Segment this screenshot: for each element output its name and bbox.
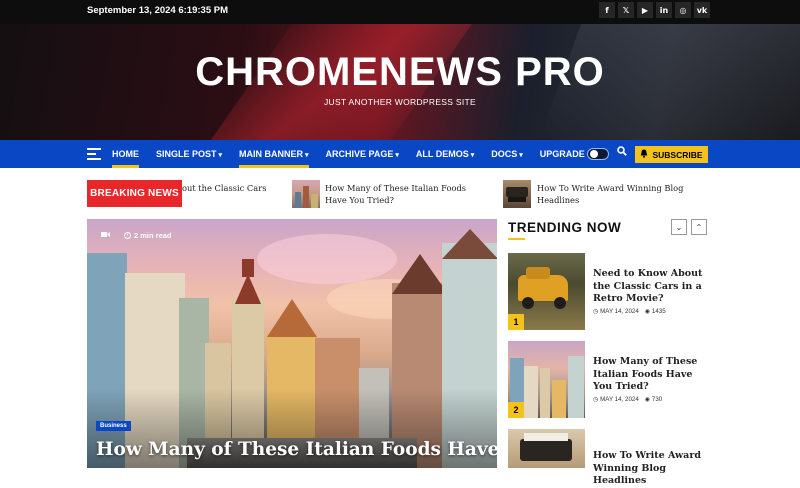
ticker-item[interactable]: How To Write Award Winning Blog Headline… <box>537 182 697 206</box>
hamburger-menu-icon[interactable] <box>87 148 101 160</box>
trending-thumbnail[interactable]: 1 <box>508 253 585 330</box>
instagram-icon[interactable]: ◎ <box>675 2 691 18</box>
trending-thumbnail[interactable]: 2 <box>508 341 585 418</box>
dark-mode-toggle[interactable] <box>587 148 609 160</box>
video-camera-icon <box>101 231 110 240</box>
trending-title[interactable]: Need to Know About the Classic Cars in a… <box>593 268 708 306</box>
trending-title[interactable]: How To Write Award Winning Blog Headline… <box>593 450 708 488</box>
site-tagline: JUST ANOTHER WORDPRESS SITE <box>324 97 476 107</box>
trending-meta: ◷ MAY 14, 2024 ◉ 730 <box>593 396 662 403</box>
clock-icon: 2 min read <box>124 231 172 240</box>
chevron-down-icon: ▾ <box>218 152 223 159</box>
nav-item-all-demos[interactable]: ALL DEMOS ▾ <box>416 140 474 168</box>
nav-item-upgrade[interactable]: UPGRADE <box>540 140 585 168</box>
facebook-icon[interactable]: f <box>599 2 615 18</box>
trending-rank: 2 <box>508 402 524 418</box>
ticker-item[interactable]: How Many of These Italian Foods Have You… <box>325 182 485 206</box>
vk-icon[interactable]: vk <box>694 2 710 18</box>
ticker-item[interactable]: out the Classic Cars <box>182 182 266 194</box>
x-icon[interactable]: 𝕏 <box>618 2 634 18</box>
trending-heading: TRENDING NOW <box>508 220 622 235</box>
clock-icon: ◷ MAY 14, 2024 <box>593 308 639 315</box>
clock-icon: ◷ MAY 14, 2024 <box>593 396 639 403</box>
chevron-down-icon[interactable]: ⌄ <box>671 219 687 235</box>
nav-item-docs[interactable]: DOCS ▾ <box>491 140 523 168</box>
breaking-news-label: BREAKING NEWS <box>87 180 182 207</box>
featured-post-title[interactable]: How Many of These Italian Foods Have You… <box>96 437 497 463</box>
nav-item-main-banner[interactable]: MAIN BANNER ▾ <box>239 140 309 168</box>
featured-post[interactable]: 2 min read Business How Many of These It… <box>87 219 497 468</box>
category-badge[interactable]: Business <box>96 421 131 431</box>
heading-underline <box>508 238 525 240</box>
chevron-down-icon: ▾ <box>395 152 399 159</box>
trending-thumbnail[interactable] <box>508 429 585 468</box>
nav-item-home[interactable]: HOME <box>112 140 139 168</box>
nav-item-archive-page[interactable]: ARCHIVE PAGE ▾ <box>326 140 399 168</box>
read-time: 2 min read <box>134 231 172 240</box>
top-bar: September 13, 2024 6:19:35 PM f 𝕏 ▶ in ◎… <box>0 0 800 24</box>
eye-icon: ◉ 730 <box>644 396 663 403</box>
site-title[interactable]: CHROMENEWS PRO <box>0 50 800 95</box>
chevron-down-icon: ▾ <box>470 152 475 159</box>
youtube-icon[interactable]: ▶ <box>637 2 653 18</box>
search-icon[interactable] <box>617 146 627 159</box>
subscribe-button[interactable]: SUBSCRIBE <box>635 146 708 163</box>
ticker-thumbnail[interactable] <box>503 180 531 208</box>
current-datetime: September 13, 2024 6:19:35 PM <box>87 5 228 16</box>
ticker-thumbnail[interactable] <box>292 180 320 208</box>
social-links: f 𝕏 ▶ in ◎ vk <box>599 2 710 18</box>
linkedin-icon[interactable]: in <box>656 2 672 18</box>
bell-icon <box>640 149 648 160</box>
eye-icon: ◉ 1435 <box>644 308 666 315</box>
post-meta: 2 min read <box>101 231 172 240</box>
nav-item-single-post[interactable]: SINGLE POST ▾ <box>156 140 222 168</box>
trending-title[interactable]: How Many of These Italian Foods Have You… <box>593 356 708 394</box>
chevron-up-icon[interactable]: ⌃ <box>691 219 707 235</box>
chevron-down-icon: ▾ <box>519 152 523 159</box>
trending-rank: 1 <box>508 314 524 330</box>
chevron-down-icon: ▾ <box>305 152 309 159</box>
main-navigation: HOME SINGLE POST ▾ MAIN BANNER ▾ ARCHIVE P… <box>0 140 800 168</box>
trending-meta: ◷ MAY 14, 2024 ◉ 1435 <box>593 308 666 315</box>
